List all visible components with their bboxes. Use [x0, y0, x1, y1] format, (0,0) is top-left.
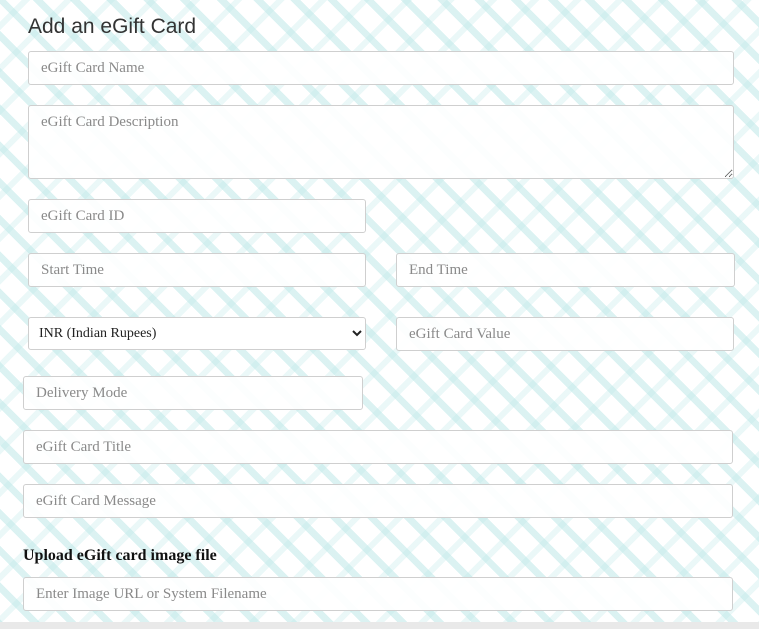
egift-card-id-input[interactable]: [28, 199, 366, 233]
egift-card-description-textarea[interactable]: [28, 105, 734, 179]
egift-card-message-input[interactable]: [23, 484, 733, 518]
upload-image-label: Upload eGift card image file: [23, 547, 217, 564]
image-url-input[interactable]: [23, 577, 733, 611]
egift-card-value-input[interactable]: [396, 317, 734, 351]
egift-card-name-input[interactable]: [28, 51, 734, 85]
bottom-divider: [0, 622, 759, 629]
end-time-input[interactable]: [396, 253, 735, 287]
page-title: Add an eGift Card: [28, 15, 197, 38]
delivery-mode-input[interactable]: [23, 376, 363, 410]
egift-card-title-input[interactable]: [23, 430, 733, 464]
currency-select[interactable]: INR (Indian Rupees): [28, 317, 366, 350]
start-time-input[interactable]: [28, 253, 366, 287]
add-egift-card-form: Add an eGift Card INR (Indian Rupees) Up…: [0, 0, 759, 629]
